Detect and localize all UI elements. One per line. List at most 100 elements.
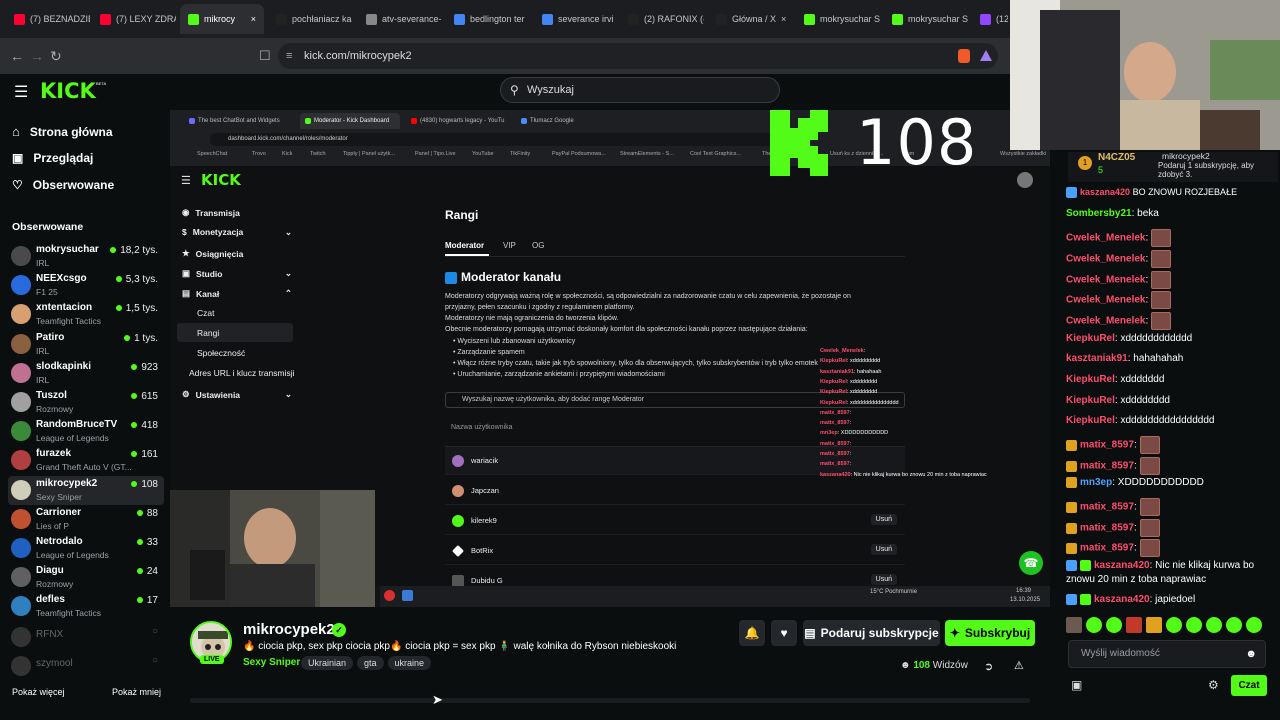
- tab-label: severance irvi: [558, 14, 614, 24]
- chat-input[interactable]: Wyślij wiadomość ☻: [1068, 640, 1266, 668]
- browser-tab[interactable]: atv-severance-×: [358, 4, 442, 34]
- avatar: [11, 596, 31, 617]
- follow-button[interactable]: ♥: [771, 620, 797, 646]
- streamer-webcam-top: [1010, 0, 1280, 150]
- user-row: kilerek9 Usuń: [445, 507, 905, 535]
- site-info-icon[interactable]: ≡: [286, 43, 292, 69]
- browser-tab[interactable]: (7) BEZNADZIE×: [6, 4, 90, 34]
- inner-avatar: [1017, 172, 1033, 188]
- browser-tab[interactable]: (7) LEXY ZDRA×: [92, 4, 176, 34]
- gift-subs-button[interactable]: ▤ Podaruj subskrypcje: [803, 620, 940, 646]
- emote-icon: [1086, 617, 1102, 633]
- tag[interactable]: gta: [357, 656, 384, 670]
- sidebar-channel[interactable]: Netrodalo League of Legends 33: [8, 534, 164, 563]
- overlay-chat-line: matix_8597:: [820, 461, 852, 468]
- sidebar-channel-offline[interactable]: RFNX ○: [8, 623, 164, 652]
- tag[interactable]: Ukrainian: [301, 656, 354, 670]
- browser-tab[interactable]: Główna / X ×: [708, 4, 792, 34]
- tab-favicon-icon: [276, 13, 287, 25]
- stream-info: LIVE mikrocypek2 ✓ 🔥 ciocia pkp, sex pkp…: [170, 607, 1050, 720]
- channel-viewers: 1 tys.: [124, 333, 158, 344]
- bookmark-icon[interactable]: ☐: [259, 48, 271, 64]
- sidebar: ⌂ Strona główna ▣ Przeglądaj ♡ Obserwowa…: [0, 108, 168, 720]
- emote-icon: [1186, 617, 1202, 633]
- streamer-webcam: [170, 490, 375, 607]
- sidebar-channel[interactable]: mokrysuchar IRL 18,2 tys.: [8, 242, 164, 271]
- nav-browse[interactable]: ▣ Przeglądaj: [12, 151, 93, 165]
- inner-bookmark: Cool Text Graphics...: [690, 151, 741, 157]
- browser-tab[interactable]: (12) p: [972, 4, 1008, 34]
- app-icon: [384, 590, 395, 601]
- chat-text: :: [1133, 522, 1137, 534]
- sidebar-channel[interactable]: Patiro IRL 1 tys.: [8, 330, 164, 359]
- sidebar-channel[interactable]: slodkapinki IRL 923: [8, 359, 164, 388]
- address-bar[interactable]: ≡ kick.com/mikrocypek2: [278, 43, 998, 69]
- browser-tab[interactable]: mokrysuchar S×: [884, 4, 968, 34]
- tab-favicon-icon: [716, 13, 727, 25]
- sidebar-channel[interactable]: Diagu Rozmowy 24: [8, 563, 164, 592]
- chat-store-icon[interactable]: ▣: [1071, 678, 1082, 692]
- close-tab-icon[interactable]: ×: [251, 14, 256, 24]
- chat-text: : xdddddddddddd: [1114, 333, 1193, 344]
- live-dot-icon: [131, 480, 138, 487]
- chat-send-button[interactable]: Czat: [1231, 675, 1267, 696]
- search-input[interactable]: ⚲ Wyszukaj: [500, 77, 780, 103]
- channel-icon: ▤: [182, 288, 191, 298]
- brave-shield-icon[interactable]: [958, 49, 970, 63]
- browser-tab[interactable]: (2) RAFONIX (@×: [620, 4, 704, 34]
- nav-home-label: Strona główna: [29, 124, 113, 139]
- tab-label: Główna / X: [732, 14, 777, 24]
- notification-button[interactable]: 🔔: [739, 620, 765, 646]
- sidebar-channel[interactable]: defles Teamfight Tactics 17: [8, 592, 164, 621]
- menu-icon[interactable]: ☰: [14, 82, 28, 102]
- browser-tab[interactable]: bedlington ter×: [446, 4, 530, 34]
- sidebar-channel[interactable]: Carrioner Lies of P 88: [8, 505, 164, 534]
- chat-message: KiepkuRel: xdddddddd: [1066, 395, 1170, 406]
- nav-following[interactable]: ♡ Obserwowane: [12, 178, 114, 192]
- brave-rewards-icon[interactable]: [980, 50, 992, 61]
- nav-home[interactable]: ⌂ Strona główna: [12, 124, 113, 139]
- browser-tab[interactable]: mikrocy ×: [180, 4, 264, 34]
- show-more-button[interactable]: Pokaż więcej: [12, 687, 65, 697]
- overlay-chat-line: KiepkuRel: xddddddddd: [820, 358, 881, 365]
- live-badge: LIVE: [200, 655, 224, 664]
- sidebar-channel[interactable]: xntentacion Teamfight Tactics 1,5 tys.: [8, 300, 164, 329]
- sidebar-channel-offline[interactable]: szymool ○: [8, 652, 164, 681]
- chat-text: : XDDDDDDDDDDD: [1112, 477, 1204, 489]
- sidebar-channel[interactable]: furazek Grand Theft Auto V (GT... 161: [8, 446, 164, 475]
- emoji-icon[interactable]: ☻: [1245, 641, 1257, 667]
- chat-text: : beka: [1131, 208, 1159, 219]
- gear-icon[interactable]: ⚙: [1208, 678, 1219, 692]
- chat-message: matix_8597:: [1066, 457, 1160, 475]
- emote-bar[interactable]: [1066, 617, 1271, 635]
- subscribe-button[interactable]: ✦ Subskrybuj: [945, 620, 1035, 646]
- sidebar-channel[interactable]: Tuszol Rozmowy 615: [8, 388, 164, 417]
- chat-text: :: [1133, 542, 1137, 554]
- forward-icon[interactable]: →: [30, 48, 44, 64]
- tab-favicon-icon: [454, 13, 465, 25]
- channel-viewers: 33: [136, 537, 158, 548]
- sidebar-channel[interactable]: mikrocypek2 Sexy Sniper 108: [8, 475, 164, 505]
- category-link[interactable]: Sexy Sniper: [243, 657, 300, 668]
- share-icon[interactable]: ➲: [984, 660, 993, 673]
- reload-icon[interactable]: ↻: [50, 48, 62, 65]
- close-tab-icon[interactable]: ×: [781, 14, 786, 24]
- following-section-title: Obserwowane: [12, 221, 84, 233]
- browser-tab[interactable]: pochłaniacz ka×: [268, 4, 352, 34]
- chat-username: Cwelek_Menelek: [1066, 232, 1146, 244]
- browser-tab[interactable]: mokrysuchar S×: [796, 4, 880, 34]
- report-icon[interactable]: ⚠: [1014, 659, 1024, 672]
- tag[interactable]: ukraine: [387, 656, 432, 670]
- sidebar-channel[interactable]: NEEXcsgo F1 25 5,3 tys.: [8, 271, 164, 300]
- channel-name: RFNX: [36, 629, 64, 640]
- channel-category: IRL: [36, 345, 50, 356]
- back-icon[interactable]: ←: [10, 48, 24, 64]
- channel-name[interactable]: mikrocypek2: [243, 621, 335, 638]
- sub-badge-icon: [1066, 439, 1077, 451]
- browser-tab[interactable]: severance irvi×: [534, 4, 618, 34]
- show-less-button[interactable]: Pokaż mniej: [112, 687, 161, 697]
- sidebar-channel[interactable]: RandomBruceTV League of Legends 418: [8, 417, 164, 446]
- kick-logo[interactable]: KICK: [40, 79, 96, 103]
- weather-widget: 15°C Pochmurnie: [870, 589, 918, 595]
- channel-name: Netrodalo: [36, 536, 83, 547]
